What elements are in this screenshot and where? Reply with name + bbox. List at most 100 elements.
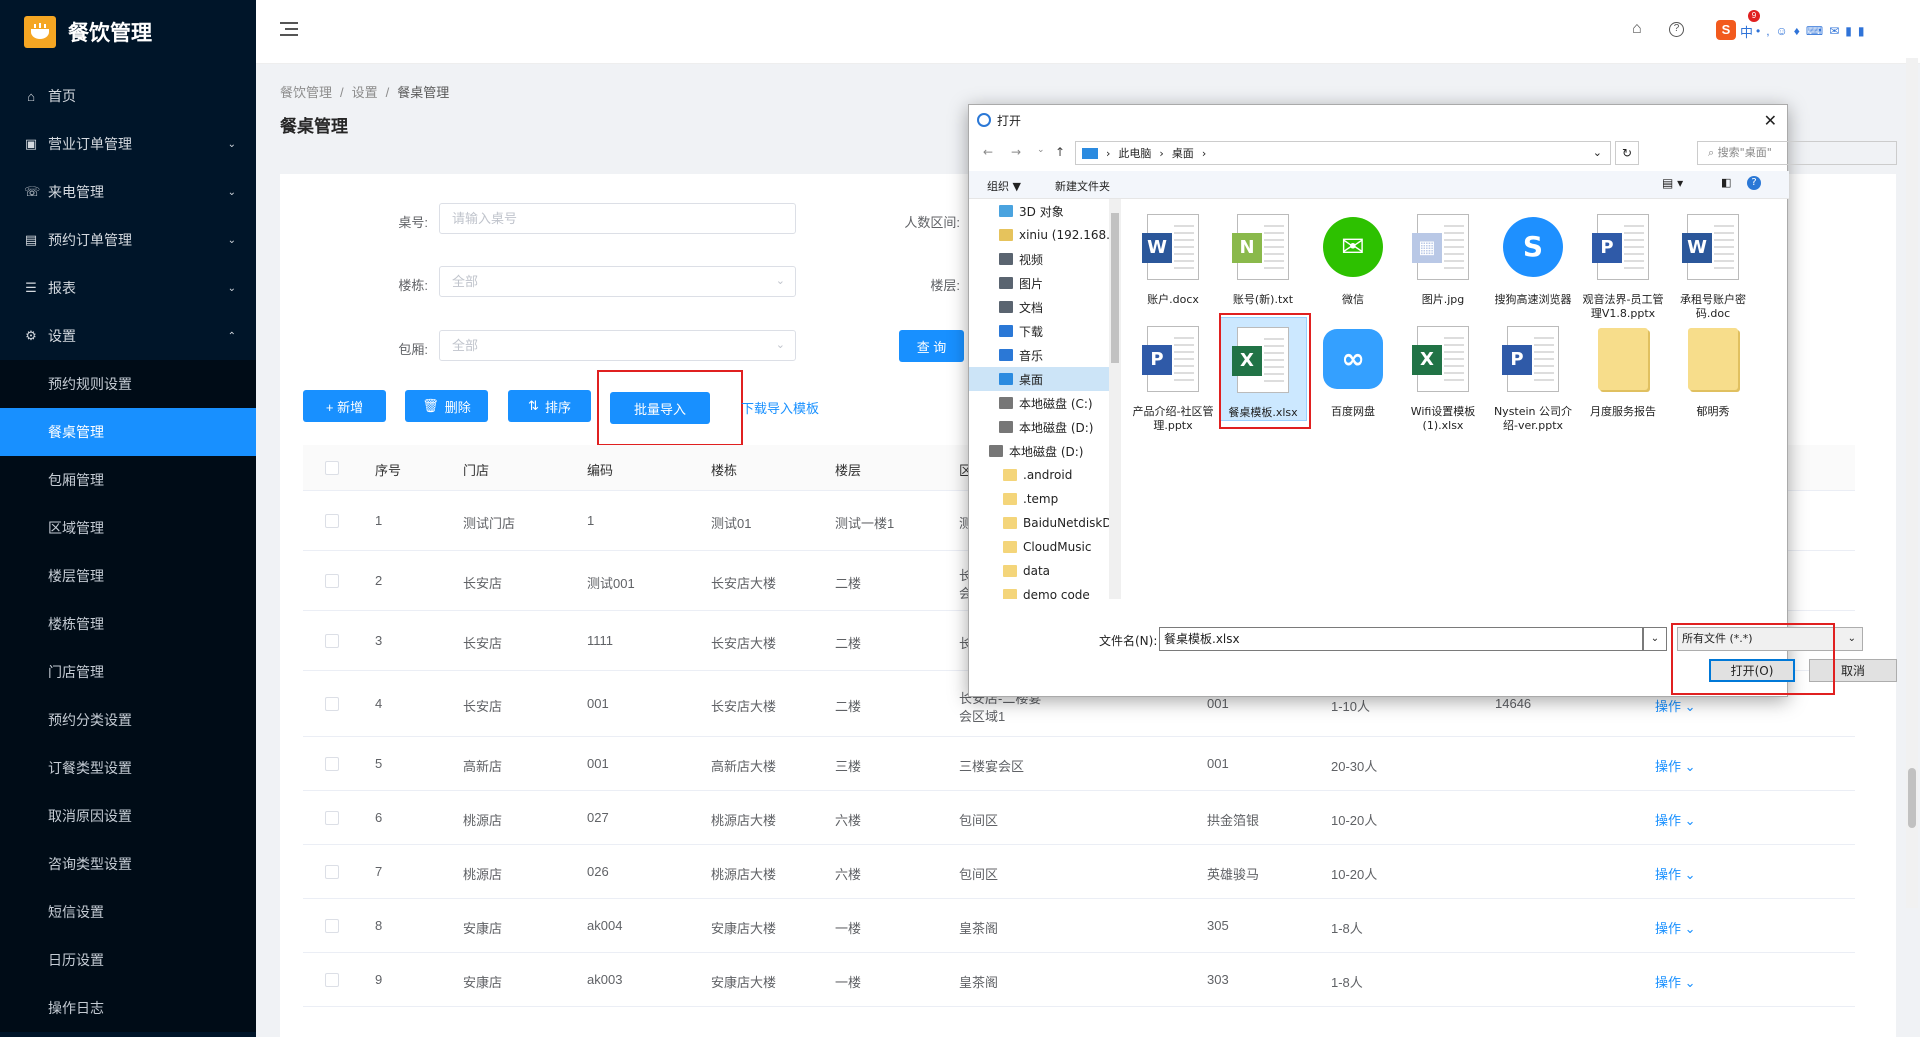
- select-all-checkbox[interactable]: [325, 460, 339, 475]
- tree-item[interactable]: CloudMusic: [969, 535, 1121, 559]
- close-icon[interactable]: ✕: [1764, 111, 1777, 130]
- sidebar-item[interactable]: ⚙ 设置 ⌃: [0, 312, 256, 360]
- tree-item[interactable]: 本地磁盘 (D:): [969, 439, 1121, 463]
- tree-item[interactable]: 下载: [969, 319, 1121, 343]
- delete-button[interactable]: 🗑 删除: [405, 390, 488, 422]
- table-no-input[interactable]: 请输入桌号: [439, 203, 796, 234]
- file-item[interactable]: 郁明秀: [1669, 317, 1757, 419]
- filename-dropdown[interactable]: ⌄: [1643, 627, 1667, 651]
- filename-input[interactable]: 餐桌模板.xlsx: [1159, 627, 1643, 651]
- add-button[interactable]: + 新增: [303, 390, 386, 422]
- file-item[interactable]: W 承租号账户密码.doc: [1669, 205, 1757, 321]
- tree-item[interactable]: .temp: [969, 487, 1121, 511]
- tree-item[interactable]: .android: [969, 463, 1121, 487]
- building-select[interactable]: 全部 ⌄: [439, 266, 796, 297]
- row-action-menu[interactable]: 操作 ⌄: [1655, 756, 1696, 775]
- sort-button[interactable]: ⇅ 排序: [508, 390, 591, 422]
- row-checkbox[interactable]: [325, 864, 339, 879]
- file-item[interactable]: N 账号(新).txt: [1219, 205, 1307, 307]
- room-select[interactable]: 全部 ⌄: [439, 330, 796, 361]
- forward-icon[interactable]: →: [1011, 145, 1021, 159]
- tree-item[interactable]: 视频: [969, 247, 1121, 271]
- submenu-item[interactable]: 取消原因设置: [0, 792, 256, 840]
- sidebar-item[interactable]: ⌂ 首页: [0, 72, 256, 120]
- recent-dropdown-icon[interactable]: ⌄: [1037, 145, 1045, 155]
- path-segment[interactable]: 桌面: [1172, 145, 1194, 161]
- tree-item[interactable]: 图片: [969, 271, 1121, 295]
- page-scrollbar[interactable]: [1906, 58, 1918, 908]
- tree-item[interactable]: 本地磁盘 (D:): [969, 415, 1121, 439]
- help-icon[interactable]: ?: [1669, 22, 1684, 37]
- organize-menu[interactable]: 组织 ▼: [987, 178, 1021, 194]
- tree-item[interactable]: demo code: [969, 583, 1121, 599]
- row-action-menu[interactable]: 操作 ⌄: [1655, 810, 1696, 829]
- path-segment[interactable]: 此电脑: [1118, 145, 1151, 161]
- submenu-item[interactable]: 餐桌管理: [0, 408, 256, 456]
- row-action-menu[interactable]: 操作 ⌄: [1655, 696, 1696, 715]
- submenu-item[interactable]: 区域管理: [0, 504, 256, 552]
- submenu-item[interactable]: 咨询类型设置: [0, 840, 256, 888]
- tree-item[interactable]: xiniu (192.168.1: [969, 223, 1121, 247]
- breadcrumb-item[interactable]: 设置: [352, 85, 378, 100]
- row-checkbox[interactable]: [325, 573, 339, 588]
- submenu-item[interactable]: 预约分类设置: [0, 696, 256, 744]
- submenu-item[interactable]: 包厢管理: [0, 456, 256, 504]
- breadcrumb-item[interactable]: 餐饮管理: [280, 85, 332, 100]
- view-options-icon[interactable]: ▤ ▾: [1662, 176, 1683, 190]
- file-item[interactable]: S 搜狗高速浏览器: [1489, 205, 1577, 307]
- row-action-menu[interactable]: 操作 ⌄: [1655, 918, 1696, 937]
- sidebar-item[interactable]: ▣ 营业订单管理 ⌄: [0, 120, 256, 168]
- submenu-item[interactable]: 楼层管理: [0, 552, 256, 600]
- sidebar-item[interactable]: ☰ 报表 ⌄: [0, 264, 256, 312]
- chevron-down-icon[interactable]: ⌄: [1593, 146, 1602, 159]
- file-item[interactable]: ∞ 百度网盘: [1309, 317, 1397, 419]
- row-checkbox[interactable]: [325, 756, 339, 771]
- up-icon[interactable]: ↑: [1055, 145, 1065, 159]
- file-item[interactable]: P Nystein 公司介绍-ver.pptx: [1489, 317, 1577, 433]
- ime-mode[interactable]: 中: [1740, 22, 1753, 41]
- file-item[interactable]: P 观音法界-员工管理V1.8.pptx: [1579, 205, 1667, 321]
- download-template-link[interactable]: 下载导入模板: [741, 398, 819, 417]
- search-input[interactable]: ⌕ 搜索"桌面": [1697, 141, 1897, 165]
- tree-scrollbar[interactable]: [1109, 199, 1121, 599]
- row-checkbox[interactable]: [325, 810, 339, 825]
- preview-pane-icon[interactable]: ◧: [1721, 176, 1731, 189]
- tree-item[interactable]: 本地磁盘 (C:): [969, 391, 1121, 415]
- submenu-item[interactable]: 门店管理: [0, 648, 256, 696]
- tree-item[interactable]: data: [969, 559, 1121, 583]
- address-bar[interactable]: › 此电脑 › 桌面 › ⌄: [1075, 141, 1611, 165]
- back-icon[interactable]: ←: [983, 145, 993, 159]
- row-checkbox[interactable]: [325, 972, 339, 987]
- submenu-item[interactable]: 短信设置: [0, 888, 256, 936]
- row-checkbox[interactable]: [325, 696, 339, 711]
- row-checkbox[interactable]: [325, 513, 339, 528]
- tree-item[interactable]: 桌面: [969, 367, 1121, 391]
- submenu-item[interactable]: 楼栋管理: [0, 600, 256, 648]
- query-button[interactable]: 查 询: [899, 330, 964, 362]
- file-item[interactable]: 月度服务报告: [1579, 317, 1667, 419]
- submenu-item[interactable]: 订餐类型设置: [0, 744, 256, 792]
- row-action-menu[interactable]: 操作 ⌄: [1655, 972, 1696, 991]
- ime-toolbar[interactable]: •,☺♦⌨✉▮▮: [1756, 24, 1871, 38]
- menu-fold-icon[interactable]: [280, 22, 298, 36]
- row-checkbox[interactable]: [325, 633, 339, 648]
- new-folder-button[interactable]: 新建文件夹: [1055, 178, 1110, 194]
- file-item[interactable]: ▦ 图片.jpg: [1399, 205, 1487, 307]
- tree-item[interactable]: 音乐: [969, 343, 1121, 367]
- file-item[interactable]: X Wifi设置模板(1).xlsx: [1399, 317, 1487, 433]
- row-action-menu[interactable]: 操作 ⌄: [1655, 864, 1696, 883]
- file-item[interactable]: P 产品介绍-社区管理.pptx: [1129, 317, 1217, 433]
- sogou-ime-icon[interactable]: S: [1716, 20, 1736, 40]
- sidebar-item[interactable]: ▤ 预约订单管理 ⌄: [0, 216, 256, 264]
- tree-item[interactable]: 3D 对象: [969, 199, 1121, 223]
- home-icon[interactable]: ⌂: [1632, 20, 1642, 38]
- tree-item[interactable]: BaiduNetdiskD: [969, 511, 1121, 535]
- files-scrollbar[interactable]: [1873, 199, 1887, 599]
- sidebar-item[interactable]: ☏ 来电管理 ⌄: [0, 168, 256, 216]
- row-checkbox[interactable]: [325, 918, 339, 933]
- file-item[interactable]: ✉ 微信: [1309, 205, 1397, 307]
- refresh-icon[interactable]: ↻: [1615, 141, 1639, 165]
- submenu-item[interactable]: 操作日志: [0, 984, 256, 1032]
- tree-item[interactable]: 文档: [969, 295, 1121, 319]
- help-icon[interactable]: ?: [1747, 176, 1761, 190]
